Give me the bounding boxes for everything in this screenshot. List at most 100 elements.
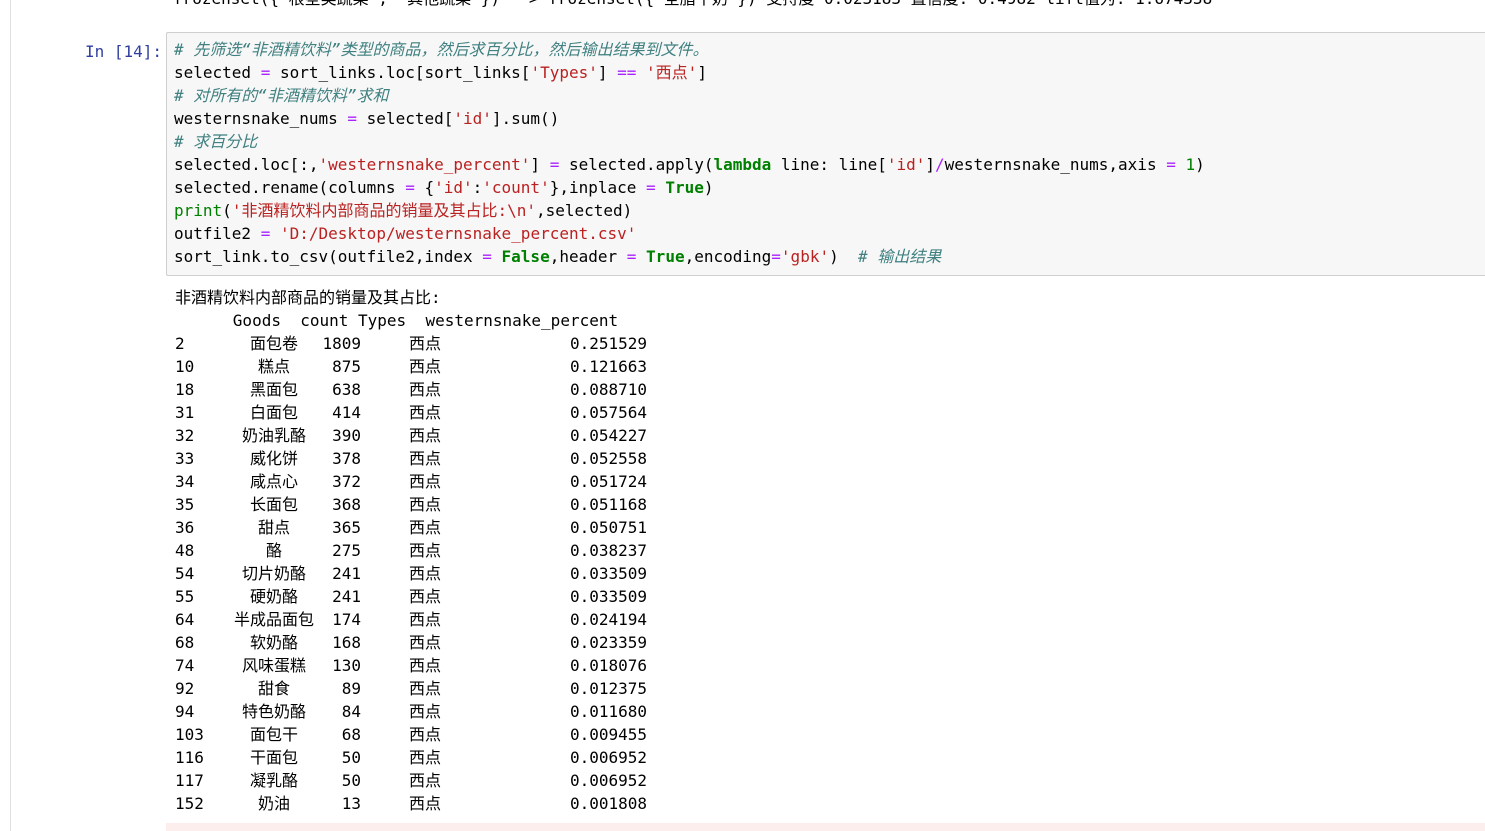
row-index: 152 — [175, 794, 204, 813]
row-type: 西点 — [408, 656, 441, 675]
row-index: 34 — [175, 472, 195, 491]
code-token: ) — [829, 247, 858, 266]
row-count: 50 — [341, 771, 361, 790]
code-line: selected.rename(columns = {'id':'count'}… — [174, 176, 713, 199]
row-percent: 0.018076 — [569, 656, 647, 675]
row-type: 西点 — [408, 610, 441, 629]
row-index: 103 — [175, 725, 204, 744]
row-type: 西点 — [408, 518, 441, 537]
code-token: == — [617, 63, 637, 82]
row-type: 西点 — [408, 748, 441, 767]
row-type: 西点 — [408, 633, 441, 652]
row-type: 西点 — [408, 587, 441, 606]
code-token: '西点' — [646, 63, 698, 82]
code-token: 'id' — [453, 109, 492, 128]
code-token: { — [414, 178, 435, 197]
code-token: = — [549, 155, 560, 174]
code-token: = — [347, 109, 358, 128]
code-token: lambda — [713, 155, 772, 174]
row-percent: 0.052558 — [569, 449, 647, 468]
code-token: / — [935, 155, 945, 174]
row-count: 638 — [332, 380, 361, 399]
row-type: 西点 — [408, 794, 441, 813]
code-line: # 对所有的“非酒精饮料”求和 — [174, 84, 389, 107]
code-token: ] — [530, 155, 550, 174]
row-count: 372 — [332, 472, 361, 491]
row-type: 西点 — [408, 380, 441, 399]
row-count: 1809 — [322, 334, 361, 353]
code-token: = — [646, 178, 656, 197]
output-title: 非酒精饮料内部商品的销量及其占比: — [175, 288, 441, 307]
code-token: ) — [1195, 155, 1205, 174]
row-count: 241 — [332, 587, 361, 606]
code-line: outfile2 = 'D:/Desktop/westernsnake_perc… — [174, 222, 636, 245]
row-percent: 0.050751 — [569, 518, 647, 537]
code-token: # 求百分比 — [174, 132, 258, 151]
row-count: 275 — [332, 541, 361, 560]
row-count: 174 — [332, 610, 361, 629]
code-cell-editor[interactable]: # 先筛选“非酒精饮料”类型的商品，然后求百分比，然后输出结果到文件。 selec… — [166, 32, 1485, 276]
row-index: 18 — [175, 380, 195, 399]
row-percent: 0.054227 — [569, 426, 647, 445]
row-index: 31 — [175, 403, 195, 422]
row-percent: 0.121663 — [569, 357, 647, 376]
row-type: 西点 — [408, 725, 441, 744]
row-percent: 0.012375 — [569, 679, 647, 698]
row-type: 西点 — [408, 771, 441, 790]
code-token: selected.loc[:, — [174, 155, 319, 174]
previous-cell-output: frozenset({'根茎类蔬菜', '其他蔬菜'}) --> frozens… — [173, 0, 1212, 10]
dataframe-header: Goods count Types westernsnake_percent — [175, 311, 619, 330]
row-index: 55 — [175, 587, 195, 606]
row-index: 116 — [175, 748, 204, 767]
code-token: selected[ — [357, 109, 454, 128]
code-token: 'D:/Desktop/westernsnake_percent.csv' — [279, 224, 637, 243]
row-type: 西点 — [408, 357, 441, 376]
row-count: 875 — [332, 357, 361, 376]
code-token: westernsnake_nums,axis — [944, 155, 1167, 174]
row-count: 390 — [332, 426, 361, 445]
row-index: 33 — [175, 449, 195, 468]
code-line: # 求百分比 — [174, 130, 257, 153]
row-index: 54 — [175, 564, 195, 583]
code-token: ( — [222, 201, 232, 220]
code-token: = — [771, 247, 781, 266]
code-token: outfile2 — [174, 224, 261, 243]
code-token: ].sum() — [491, 109, 560, 128]
row-type: 西点 — [408, 334, 441, 353]
row-count: 241 — [332, 564, 361, 583]
code-token: = — [482, 247, 492, 266]
row-type: 西点 — [408, 541, 441, 560]
code-token: = — [1166, 155, 1176, 174]
code-token: 1 — [1185, 155, 1196, 174]
row-type: 西点 — [408, 403, 441, 422]
code-line: print('非酒精饮料内部商品的销量及其占比:\n',selected) — [174, 199, 632, 222]
row-count: 130 — [332, 656, 361, 675]
code-line: selected.loc[:,'westernsnake_percent'] =… — [174, 153, 1205, 176]
row-index: 117 — [175, 771, 204, 790]
code-token: },inplace — [549, 178, 647, 197]
code-token: True — [665, 178, 704, 197]
code-token: # 先筛选“非酒精饮料”类型的商品，然后求百分比，然后输出结果到文件。 — [174, 40, 709, 59]
row-percent: 0.033509 — [569, 564, 647, 583]
notebook-left-border — [10, 0, 11, 831]
code-line: westernsnake_nums = selected['id'].sum() — [174, 107, 559, 130]
row-type: 西点 — [408, 495, 441, 514]
row-percent: 0.088710 — [569, 380, 647, 399]
row-percent: 0.009455 — [569, 725, 647, 744]
code-token: ] — [925, 155, 936, 174]
row-index: 36 — [175, 518, 195, 537]
row-count: 365 — [332, 518, 361, 537]
code-token: 'westernsnake_percent' — [318, 155, 531, 174]
next-cell-edge[interactable] — [166, 823, 1485, 831]
code-token: = — [626, 247, 637, 266]
row-count: 414 — [332, 403, 361, 422]
row-percent: 0.006952 — [569, 771, 647, 790]
code-token: 'id' — [886, 155, 926, 174]
row-index: 94 — [175, 702, 195, 721]
code-token: selected.apply( — [559, 155, 714, 174]
code-token: = — [260, 63, 271, 82]
row-type: 西点 — [408, 449, 441, 468]
row-percent: 0.001808 — [569, 794, 647, 813]
